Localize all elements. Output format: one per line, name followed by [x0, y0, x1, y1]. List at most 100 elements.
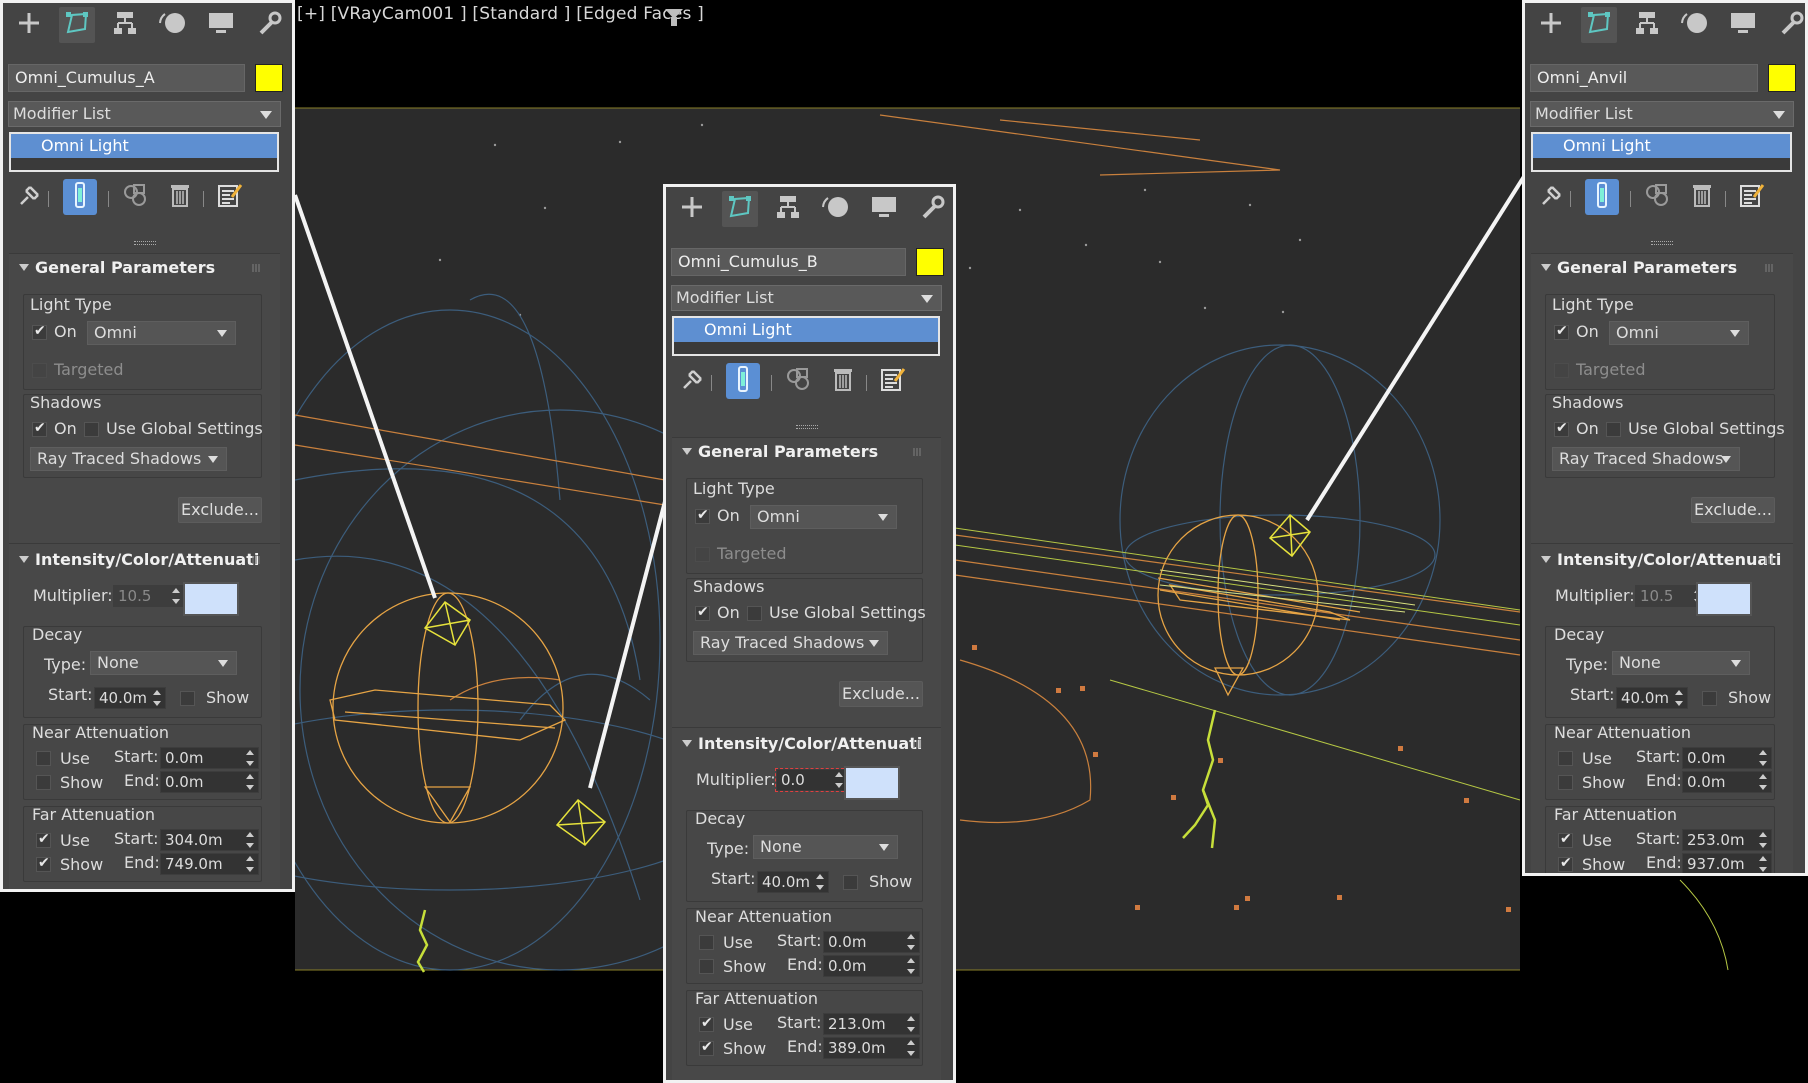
- hierarchy-tab[interactable]: [770, 191, 806, 227]
- make-unique-button[interactable]: [118, 179, 152, 215]
- spinner-arrows-icon[interactable]: [907, 934, 915, 950]
- spinner-arrows-icon[interactable]: [1759, 750, 1767, 766]
- show-end-result-button[interactable]: [726, 363, 760, 399]
- spinner-arrows-icon[interactable]: [172, 588, 180, 604]
- targeted-checkbox[interactable]: [1554, 363, 1569, 378]
- rollout-title-intensity[interactable]: Intensity/Color/Attenuati: [35, 550, 259, 569]
- far-show-checkbox[interactable]: [699, 1039, 714, 1056]
- remove-modifier-button[interactable]: [1685, 179, 1719, 215]
- modify-tab[interactable]: [1581, 7, 1617, 43]
- configure-modifier-sets-button[interactable]: [876, 363, 910, 399]
- modifier-list-dropdown[interactable]: Modifier List: [8, 101, 281, 127]
- stack-item-omni-light[interactable]: Omni Light: [674, 318, 938, 342]
- near-start-spinner[interactable]: 0.0m: [823, 931, 920, 953]
- show-end-result-button[interactable]: [1585, 179, 1619, 215]
- exclude-button[interactable]: Exclude...: [839, 681, 923, 707]
- collapse-arrow-icon[interactable]: [19, 556, 29, 563]
- rollout-title-general[interactable]: General Parameters: [1557, 258, 1737, 277]
- far-use-checkbox[interactable]: [699, 1015, 714, 1032]
- near-show-checkbox[interactable]: [36, 775, 51, 790]
- utilities-tab[interactable]: [1773, 7, 1805, 43]
- use-global-settings-checkbox[interactable]: [747, 606, 762, 621]
- make-unique-button[interactable]: [1640, 179, 1674, 215]
- light-on-checkbox[interactable]: [1554, 323, 1569, 340]
- targeted-checkbox[interactable]: [32, 363, 47, 378]
- modifier-list-dropdown[interactable]: Modifier List: [671, 285, 942, 311]
- far-end-spinner[interactable]: 937.0m: [1682, 853, 1772, 873]
- spinner-arrows-icon[interactable]: [153, 690, 161, 706]
- make-unique-button[interactable]: [781, 363, 815, 399]
- spinner-arrows-icon[interactable]: [246, 774, 254, 790]
- utilities-tab[interactable]: [251, 7, 287, 43]
- decay-start-spinner[interactable]: 40.0m: [1616, 687, 1688, 709]
- light-type-dropdown[interactable]: Omni: [750, 505, 897, 529]
- spinner-arrows-icon[interactable]: [1759, 774, 1767, 790]
- display-tab[interactable]: [1725, 7, 1761, 43]
- modifier-stack[interactable]: Omni Light: [9, 132, 279, 172]
- spinner-arrows-icon[interactable]: [1675, 690, 1683, 706]
- use-global-settings-checkbox[interactable]: [1606, 422, 1621, 437]
- configure-modifier-sets-button[interactable]: [213, 179, 247, 215]
- near-start-spinner[interactable]: 0.0m: [160, 747, 259, 769]
- remove-modifier-button[interactable]: [163, 179, 197, 215]
- display-tab[interactable]: [866, 191, 902, 227]
- stack-item-omni-light[interactable]: Omni Light: [1533, 134, 1790, 158]
- panel-resize-grip[interactable]: [134, 241, 156, 245]
- pin-stack-button[interactable]: [676, 363, 710, 399]
- modify-tab[interactable]: [59, 7, 95, 43]
- rollout-title-intensity[interactable]: Intensity/Color/Attenuati: [1557, 550, 1781, 569]
- decay-start-spinner[interactable]: 40.0m: [757, 871, 829, 893]
- pin-stack-button[interactable]: [1535, 179, 1569, 215]
- object-name-field[interactable]: Omni_Cumulus_B: [671, 248, 906, 276]
- collapse-arrow-icon[interactable]: [19, 264, 29, 271]
- near-start-spinner[interactable]: 0.0m: [1682, 747, 1772, 769]
- panel-resize-grip[interactable]: [796, 425, 818, 429]
- object-name-field[interactable]: Omni_Cumulus_A: [8, 64, 245, 92]
- spinner-arrows-icon[interactable]: [816, 874, 824, 890]
- decay-type-dropdown[interactable]: None: [1612, 651, 1750, 675]
- collapse-arrow-icon[interactable]: [1541, 556, 1551, 563]
- viewport-label[interactable]: [+] [VRayCam001 ] [Standard ] [Edged Fac…: [297, 4, 704, 24]
- utilities-tab[interactable]: [914, 191, 950, 227]
- light-color-swatch[interactable]: [1696, 582, 1752, 616]
- far-use-checkbox[interactable]: [36, 831, 51, 848]
- rollout-title-general[interactable]: General Parameters: [35, 258, 215, 277]
- spinner-arrows-icon[interactable]: [835, 772, 843, 788]
- object-color-swatch[interactable]: [1768, 64, 1796, 92]
- shadows-on-checkbox[interactable]: [1554, 420, 1569, 437]
- remove-modifier-button[interactable]: [826, 363, 860, 399]
- use-global-settings-checkbox[interactable]: [84, 422, 99, 437]
- rollout-title-general[interactable]: General Parameters: [698, 442, 878, 461]
- exclude-button[interactable]: Exclude...: [1691, 497, 1775, 523]
- far-end-spinner[interactable]: 749.0m: [160, 853, 259, 875]
- collapse-arrow-icon[interactable]: [682, 448, 692, 455]
- spinner-arrows-icon[interactable]: [1759, 856, 1767, 872]
- modifier-stack[interactable]: Omni Light: [672, 316, 940, 356]
- display-tab[interactable]: [203, 7, 239, 43]
- object-color-swatch[interactable]: [255, 64, 283, 92]
- decay-type-dropdown[interactable]: None: [753, 835, 898, 859]
- panel-resize-grip[interactable]: [1651, 241, 1673, 245]
- light-type-dropdown[interactable]: Omni: [1609, 321, 1749, 345]
- spinner-arrows-icon[interactable]: [907, 1040, 915, 1056]
- object-name-field[interactable]: Omni_Anvil: [1530, 64, 1758, 92]
- near-use-checkbox[interactable]: [36, 751, 51, 766]
- light-on-checkbox[interactable]: [32, 323, 47, 340]
- near-show-checkbox[interactable]: [699, 959, 714, 974]
- create-tab[interactable]: [1533, 7, 1569, 43]
- shadow-type-dropdown[interactable]: Ray Traced Shadows: [693, 631, 888, 655]
- filter-funnel-icon[interactable]: [665, 9, 683, 26]
- near-use-checkbox[interactable]: [1558, 751, 1573, 766]
- modifier-stack[interactable]: Omni Light: [1531, 132, 1792, 172]
- exclude-button[interactable]: Exclude...: [178, 497, 262, 523]
- multiplier-spinner[interactable]: 0.0: [775, 768, 849, 792]
- far-show-checkbox[interactable]: [36, 855, 51, 872]
- spinner-arrows-icon[interactable]: [246, 832, 254, 848]
- decay-show-checkbox[interactable]: [843, 875, 858, 890]
- rollout-title-intensity[interactable]: Intensity/Color/Attenuati: [698, 734, 922, 753]
- modify-tab[interactable]: [722, 191, 758, 227]
- spinner-arrows-icon[interactable]: [246, 856, 254, 872]
- far-start-spinner[interactable]: 253.0m: [1682, 829, 1772, 851]
- create-tab[interactable]: [11, 7, 47, 43]
- far-start-spinner[interactable]: 213.0m: [823, 1013, 920, 1035]
